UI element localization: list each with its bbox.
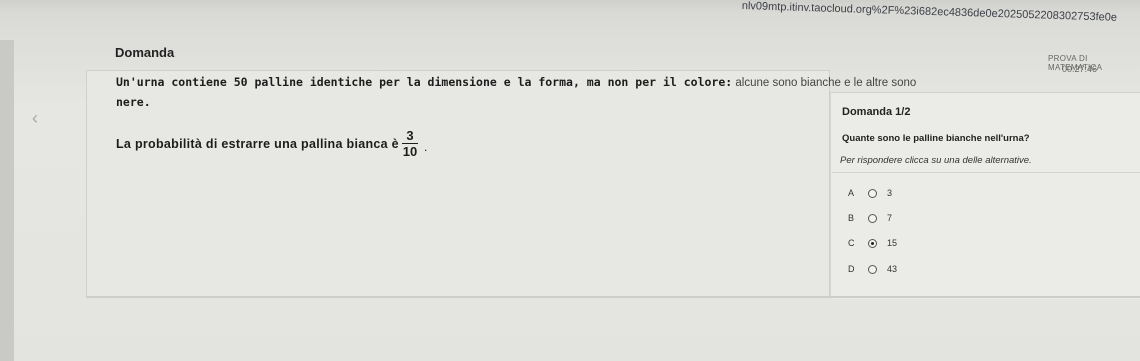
radio-button-icon[interactable] bbox=[868, 188, 877, 198]
option-letter: D bbox=[848, 264, 855, 274]
question-intro-rest: alcune sono bianche e le altre sono bbox=[732, 77, 917, 89]
left-sidebar-edge bbox=[0, 40, 14, 361]
chevron-left-icon[interactable]: ‹ bbox=[32, 108, 38, 129]
fraction-denominator: 10 bbox=[402, 144, 418, 159]
browser-address-bar[interactable]: nlv09mtp.itinv.taocloud.org%2F%23i682ec4… bbox=[0, 0, 1140, 24]
answer-panel-title: Domanda 1/2 bbox=[842, 106, 911, 118]
probability-text: La probabilità di estrarre una pallina b… bbox=[116, 137, 399, 151]
option-d[interactable]: D 43 bbox=[848, 262, 897, 276]
probability-fraction: 3 10 bbox=[402, 128, 418, 159]
option-b[interactable]: B 7 bbox=[848, 211, 892, 225]
radio-button-icon[interactable] bbox=[868, 264, 877, 274]
radio-button-icon[interactable] bbox=[868, 213, 877, 223]
option-letter: B bbox=[848, 213, 855, 223]
bottom-divider bbox=[86, 296, 1140, 298]
url-text[interactable]: nlv09mtp.itinv.taocloud.org%2F%23i682ec4… bbox=[742, 0, 1118, 24]
fraction-period: . bbox=[424, 140, 428, 154]
option-value: 43 bbox=[887, 264, 898, 274]
question-intro-bold: Un'urna contiene 50 palline identiche pe… bbox=[116, 75, 733, 89]
option-value: 15 bbox=[887, 238, 898, 248]
question-intro-continued: nere. bbox=[116, 95, 151, 109]
answer-panel-instruction: Per rispondere clicca su una delle alter… bbox=[840, 155, 1032, 166]
page-title: Domanda bbox=[115, 45, 175, 60]
question-box bbox=[86, 70, 830, 298]
answer-panel-question: Quante sono le palline bianche nell'urna… bbox=[842, 133, 1030, 144]
fraction-numerator: 3 bbox=[406, 128, 414, 143]
option-c[interactable]: C 15 bbox=[848, 236, 897, 250]
question-intro: Un'urna contiene 50 palline identiche pe… bbox=[116, 75, 916, 89]
radio-button-icon[interactable] bbox=[868, 238, 877, 248]
option-letter: C bbox=[848, 238, 855, 248]
divider bbox=[832, 172, 1140, 173]
timer: 00:27:46 bbox=[1062, 64, 1098, 74]
option-value: 7 bbox=[887, 213, 893, 223]
screen: nlv09mtp.itinv.taocloud.org%2F%23i682ec4… bbox=[0, 0, 1140, 361]
option-value: 3 bbox=[887, 188, 893, 198]
option-letter: A bbox=[848, 188, 855, 198]
option-a[interactable]: A 3 bbox=[848, 186, 892, 200]
